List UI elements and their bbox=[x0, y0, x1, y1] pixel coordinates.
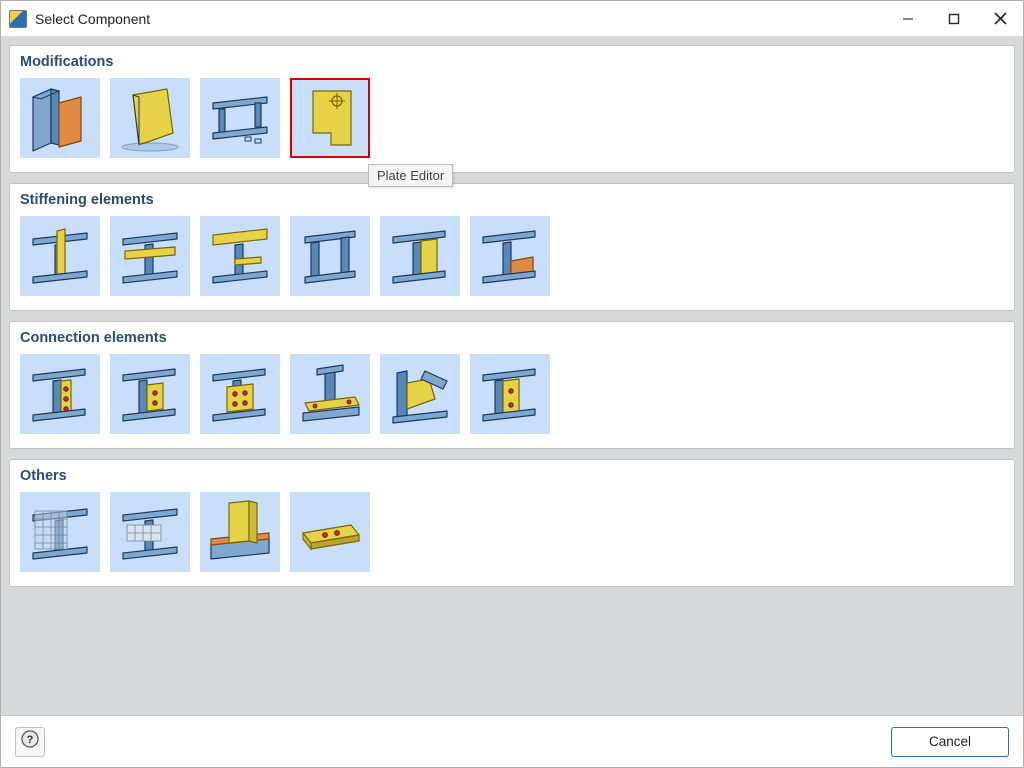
group-title: Others bbox=[20, 468, 1004, 484]
group-others: Others bbox=[9, 459, 1015, 587]
mod-plate-editor[interactable]: Plate Editor bbox=[290, 78, 370, 158]
stiff-channel[interactable] bbox=[290, 216, 370, 296]
stiff-rib[interactable] bbox=[20, 216, 100, 296]
titlebar: Select Component bbox=[1, 1, 1023, 37]
conn-splice[interactable] bbox=[200, 354, 280, 434]
content-area: Modifications bbox=[1, 37, 1023, 715]
group-modifications: Modifications bbox=[9, 45, 1015, 173]
group-title: Modifications bbox=[20, 54, 1004, 70]
other-grid[interactable] bbox=[20, 492, 100, 572]
other-block[interactable] bbox=[110, 492, 190, 572]
minimize-icon bbox=[902, 13, 914, 25]
close-button[interactable] bbox=[977, 1, 1023, 37]
dialog-window: Select Component Modifications bbox=[0, 0, 1024, 768]
help-button[interactable]: ? bbox=[15, 727, 45, 757]
mod-plate[interactable] bbox=[110, 78, 190, 158]
stiff-doubler[interactable] bbox=[380, 216, 460, 296]
icons-row: Plate Editor bbox=[20, 78, 1004, 158]
stiff-widener[interactable] bbox=[200, 216, 280, 296]
conn-gusset[interactable] bbox=[380, 354, 460, 434]
app-icon bbox=[9, 10, 27, 28]
mod-cut-member[interactable] bbox=[20, 78, 100, 158]
group-stiffening: Stiffening elements bbox=[9, 183, 1015, 311]
icons-row bbox=[20, 216, 1004, 296]
stiff-web-plate[interactable] bbox=[110, 216, 190, 296]
maximize-button[interactable] bbox=[931, 1, 977, 37]
mod-section-cut[interactable] bbox=[200, 78, 280, 158]
conn-base-plate[interactable] bbox=[290, 354, 370, 434]
close-icon bbox=[994, 12, 1007, 25]
group-connection: Connection elements bbox=[9, 321, 1015, 449]
group-title: Stiffening elements bbox=[20, 192, 1004, 208]
conn-angle[interactable] bbox=[470, 354, 550, 434]
icons-row bbox=[20, 492, 1004, 572]
other-footing[interactable] bbox=[290, 492, 370, 572]
icons-row bbox=[20, 354, 1004, 434]
conn-end-plate[interactable] bbox=[20, 354, 100, 434]
other-weld[interactable] bbox=[200, 492, 280, 572]
dialog-footer: ? Cancel bbox=[1, 715, 1023, 767]
help-icon: ? bbox=[21, 730, 39, 753]
conn-shear-tab[interactable] bbox=[110, 354, 190, 434]
group-title: Connection elements bbox=[20, 330, 1004, 346]
tooltip: Plate Editor bbox=[368, 164, 453, 187]
cancel-button[interactable]: Cancel bbox=[891, 727, 1009, 757]
maximize-icon bbox=[948, 13, 960, 25]
svg-text:?: ? bbox=[27, 734, 34, 746]
minimize-button[interactable] bbox=[885, 1, 931, 37]
window-title: Select Component bbox=[35, 11, 150, 27]
stiff-haunch[interactable] bbox=[470, 216, 550, 296]
